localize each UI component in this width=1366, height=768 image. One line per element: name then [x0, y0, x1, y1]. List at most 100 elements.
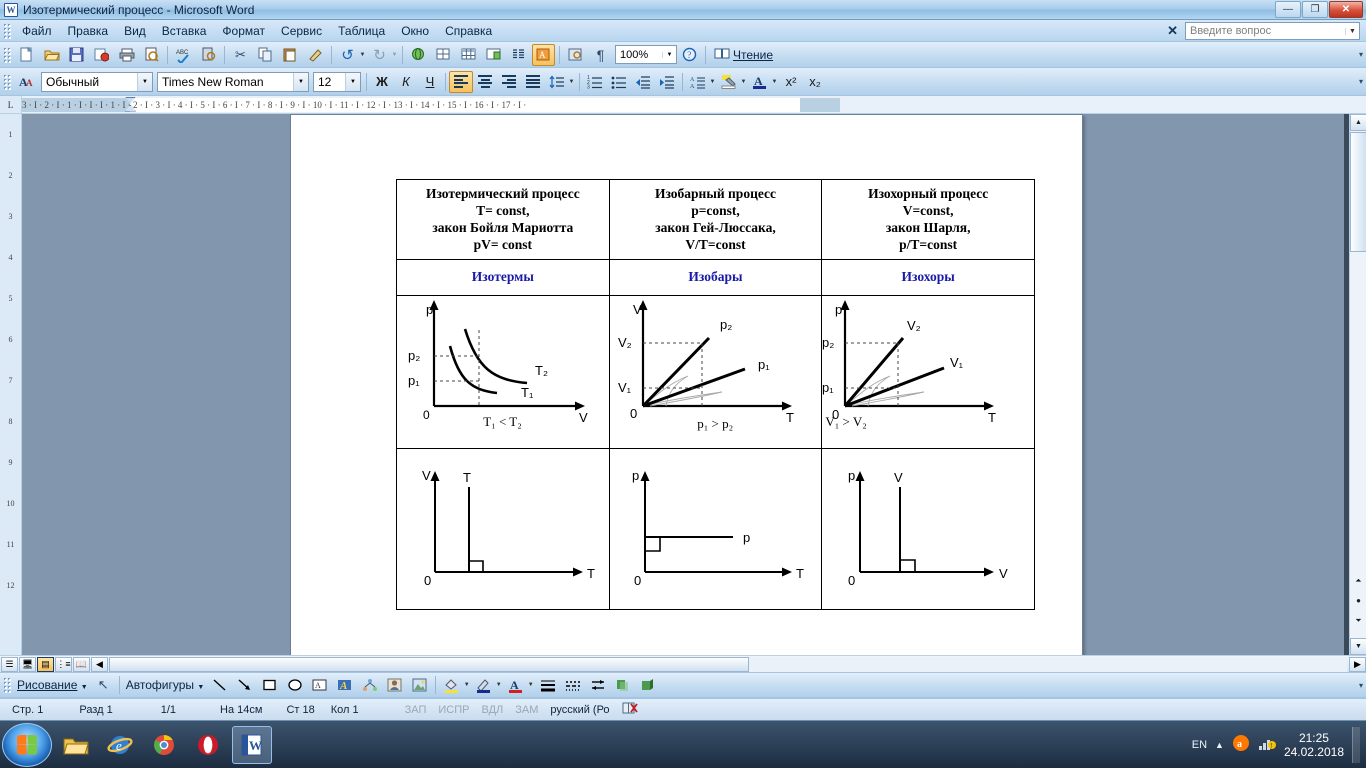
toolbar-options-icon[interactable]: ▾: [1359, 77, 1363, 86]
autoshapes-menu-button[interactable]: Автофигуры ▼: [123, 678, 208, 692]
clock[interactable]: 21:25 24.02.2018: [1284, 731, 1344, 759]
taskbar-microsoft-word[interactable]: W: [232, 725, 272, 764]
font-color-dropdown-icon[interactable]: ▼: [770, 79, 779, 85]
redo-dropdown-icon[interactable]: ▼: [390, 52, 399, 58]
mail-recipient-icon[interactable]: [90, 44, 113, 66]
font-size-combo[interactable]: 12 ▼: [313, 71, 361, 92]
taskbar-internet-explorer[interactable]: e: [100, 726, 140, 764]
align-right-button[interactable]: [497, 71, 521, 93]
oval-icon[interactable]: [283, 674, 306, 696]
restore-button[interactable]: ❐: [1302, 1, 1328, 18]
standard-toolbar-gripper[interactable]: [3, 46, 11, 63]
drawing-menu-button[interactable]: Рисование ▼: [14, 678, 91, 692]
horizontal-scroll-track[interactable]: [109, 656, 1347, 672]
fill-color-icon[interactable]: [440, 674, 463, 696]
styles-and-formatting-icon[interactable]: AA: [15, 71, 38, 93]
scroll-right-button[interactable]: ▶: [1349, 656, 1366, 672]
redo-icon[interactable]: ↻: [368, 44, 391, 66]
menu-gripper[interactable]: [3, 22, 11, 39]
research-icon[interactable]: [197, 44, 220, 66]
show-hidden-icons-icon[interactable]: ▲: [1215, 740, 1224, 750]
menu-item-table[interactable]: Таблица: [330, 22, 393, 40]
start-button[interactable]: [2, 722, 52, 767]
taskbar-opera[interactable]: [188, 726, 228, 764]
menu-item-format[interactable]: Формат: [214, 22, 273, 40]
minimize-button[interactable]: —: [1275, 1, 1301, 18]
scroll-down-button[interactable]: ▼: [1350, 638, 1366, 655]
underline-button[interactable]: Ч: [418, 71, 442, 93]
menu-item-file[interactable]: Файл: [14, 22, 60, 40]
tab-selector-button[interactable]: L: [0, 96, 22, 113]
chevron-down-icon[interactable]: ▼: [137, 72, 152, 91]
cut-icon[interactable]: ✂: [229, 44, 252, 66]
menu-item-window[interactable]: Окно: [393, 22, 437, 40]
scroll-left-button[interactable]: ◀: [91, 656, 108, 672]
chevron-down-icon[interactable]: ▼: [345, 72, 360, 91]
print-icon[interactable]: [115, 44, 138, 66]
open-folder-icon[interactable]: [40, 44, 63, 66]
select-browse-object-next-icon[interactable]: ⏷: [1351, 616, 1366, 630]
highlight-button[interactable]: [717, 71, 741, 93]
new-document-icon[interactable]: [15, 44, 38, 66]
status-language[interactable]: русский (Ро: [544, 704, 615, 716]
close-ask-box-icon[interactable]: ✕: [1167, 23, 1178, 39]
wordart-icon[interactable]: A: [333, 674, 356, 696]
menu-item-tools[interactable]: Сервис: [273, 22, 330, 40]
outline-view-button[interactable]: ⋮≡: [55, 656, 72, 672]
increase-indent-button[interactable]: [655, 71, 679, 93]
font-name-combo[interactable]: Times New Roman ▼: [157, 71, 309, 92]
scroll-up-button[interactable]: ▲: [1350, 114, 1366, 131]
undo-icon[interactable]: ↺: [336, 44, 359, 66]
spelling-check-icon[interactable]: ABC: [172, 44, 195, 66]
style-combo[interactable]: Обычный ▼: [41, 71, 153, 92]
document-area[interactable]: Изотермический процесс T= const, закон Б…: [22, 114, 1344, 655]
spell-check-status-icon[interactable]: [616, 701, 644, 718]
print-layout-view-button[interactable]: ▤: [37, 656, 54, 672]
align-justify-button[interactable]: [521, 71, 545, 93]
line-spacing-dropdown-icon[interactable]: ▼: [567, 79, 576, 85]
font-color-dropdown-icon[interactable]: ▼: [526, 682, 535, 688]
rectangle-icon[interactable]: [258, 674, 281, 696]
status-rec[interactable]: ЗАП: [365, 704, 433, 716]
status-ext[interactable]: ВДЛ: [475, 704, 509, 716]
numbered-list-button[interactable]: 123: [583, 71, 607, 93]
clip-art-icon[interactable]: [383, 674, 406, 696]
border-dropdown-icon[interactable]: ▼: [708, 79, 717, 85]
document-page[interactable]: Изотермический процесс T= const, закон Б…: [290, 114, 1083, 655]
align-center-button[interactable]: [473, 71, 497, 93]
select-browse-object-prev-icon[interactable]: ⏶: [1351, 576, 1366, 590]
drawing-toggle-icon[interactable]: A: [532, 43, 555, 66]
select-objects-icon[interactable]: ↖: [92, 674, 115, 696]
bulleted-list-button[interactable]: [607, 71, 631, 93]
chevron-down-icon[interactable]: ▼: [293, 72, 308, 91]
font-color-button[interactable]: A: [748, 71, 772, 93]
format-painter-icon[interactable]: [304, 44, 327, 66]
toolbar-options-icon[interactable]: ▾: [1359, 681, 1363, 690]
reading-layout-button[interactable]: Чтение: [709, 45, 778, 65]
italic-button[interactable]: К: [394, 71, 418, 93]
chevron-down-icon[interactable]: ▼: [662, 51, 676, 58]
columns-icon[interactable]: [507, 44, 530, 66]
arrow-icon[interactable]: [233, 674, 256, 696]
print-preview-icon[interactable]: [140, 44, 163, 66]
horizontal-ruler[interactable]: L 3 · I · 2 · I · 1 · I · I · I · 1 · I …: [0, 96, 1366, 114]
help-icon[interactable]: ?: [678, 44, 701, 66]
reading-layout-view-button[interactable]: 📖: [73, 656, 90, 672]
arrow-style-icon[interactable]: [586, 674, 609, 696]
insert-picture-icon[interactable]: [408, 674, 431, 696]
document-map-icon[interactable]: [564, 44, 587, 66]
taskbar-google-chrome[interactable]: [144, 726, 184, 764]
vertical-ruler[interactable]: 1 2 3 4 5 6 7 8 9 10 11 12: [0, 114, 22, 655]
line-color-icon[interactable]: [472, 674, 495, 696]
3d-style-icon[interactable]: [636, 674, 659, 696]
insert-excel-sheet-icon[interactable]: [482, 44, 505, 66]
horizontal-scrollbar-row[interactable]: ☰ 🖥 ▤ ⋮≡ 📖 ◀ ▶: [0, 655, 1366, 672]
insert-table-icon[interactable]: [457, 44, 480, 66]
copy-icon[interactable]: [254, 44, 277, 66]
menu-item-help[interactable]: Справка: [437, 22, 500, 40]
save-icon[interactable]: [65, 44, 88, 66]
ask-a-question-box[interactable]: Введите вопрос ▼: [1185, 22, 1360, 40]
menu-item-view[interactable]: Вид: [116, 22, 154, 40]
menu-item-insert[interactable]: Вставка: [154, 22, 215, 40]
show-formatting-marks-icon[interactable]: ¶: [589, 44, 612, 66]
